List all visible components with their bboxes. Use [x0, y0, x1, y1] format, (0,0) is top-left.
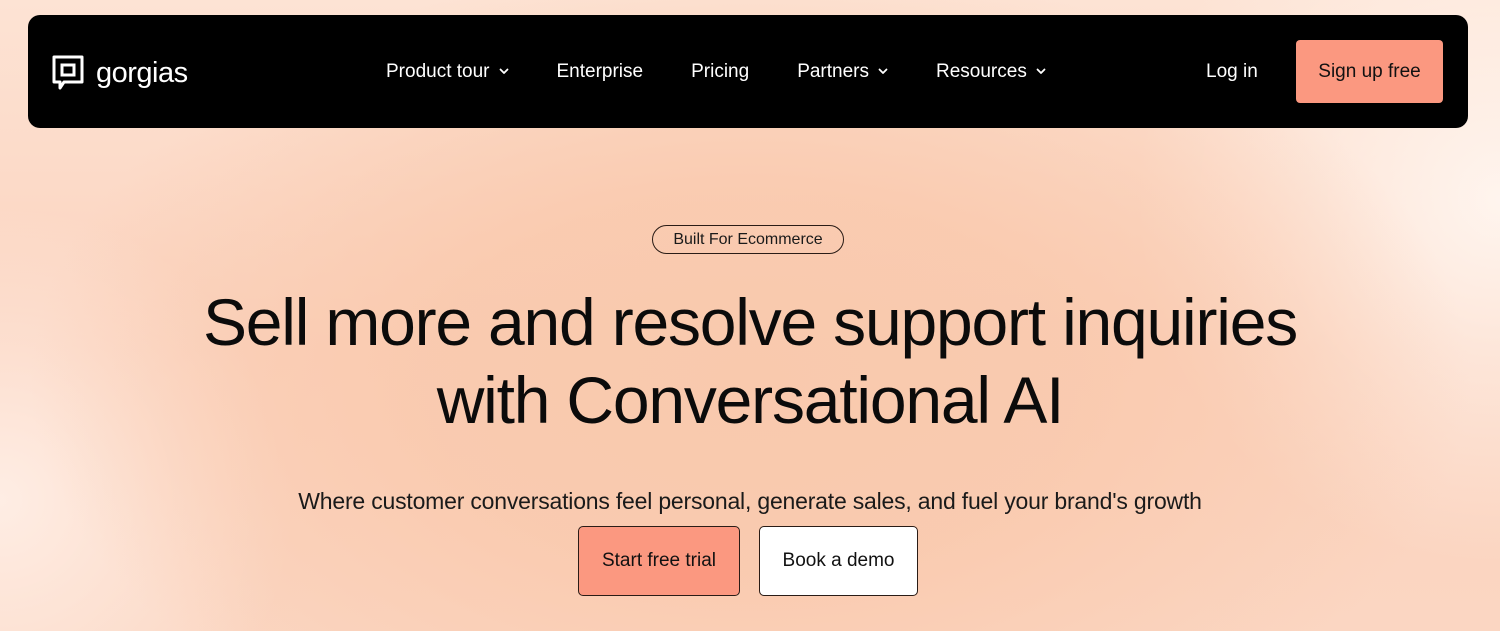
main-nav: Product tour Enterprise Pricing Partners…: [386, 15, 1046, 128]
start-free-trial-button[interactable]: Start free trial: [578, 526, 740, 596]
nav-item-label: Product tour: [386, 60, 490, 82]
nav-item-label: Enterprise: [556, 60, 644, 82]
nav-item-pricing[interactable]: Pricing: [691, 61, 749, 83]
chevron-down-icon: [1036, 68, 1046, 74]
login-link[interactable]: Log in: [1206, 15, 1258, 128]
nav-item-label: Resources: [936, 60, 1027, 82]
logo-text: gorgias: [96, 57, 188, 89]
hero-headline-line-2: with Conversational AI: [436, 363, 1065, 437]
nav-item-enterprise[interactable]: Enterprise: [557, 61, 644, 83]
chevron-down-icon: [878, 68, 888, 74]
logo[interactable]: gorgias: [52, 55, 188, 91]
nav-item-partners[interactable]: Partners: [797, 61, 888, 83]
chevron-down-icon: [499, 68, 508, 74]
nav-item-label: Partners: [797, 60, 869, 82]
nav-item-label: Pricing: [691, 60, 750, 82]
hero-subtitle: Where customer conversations feel person…: [298, 488, 1202, 514]
nav-item-resources[interactable]: Resources: [936, 61, 1046, 83]
nav-item-product-tour[interactable]: Product tour: [386, 61, 509, 83]
hero-headline-line-1: Sell more and resolve support inquiries: [202, 285, 1298, 359]
hero-badge: Built For Ecommerce: [652, 225, 844, 254]
gorgias-logo-icon: [52, 55, 84, 90]
top-navbar: gorgias Product tour Enterprise Pricing …: [28, 15, 1468, 128]
signup-button[interactable]: Sign up free: [1296, 40, 1443, 103]
book-demo-button[interactable]: Book a demo: [759, 526, 918, 596]
hero-headline: Sell more and resolve support inquiries …: [0, 283, 1500, 439]
